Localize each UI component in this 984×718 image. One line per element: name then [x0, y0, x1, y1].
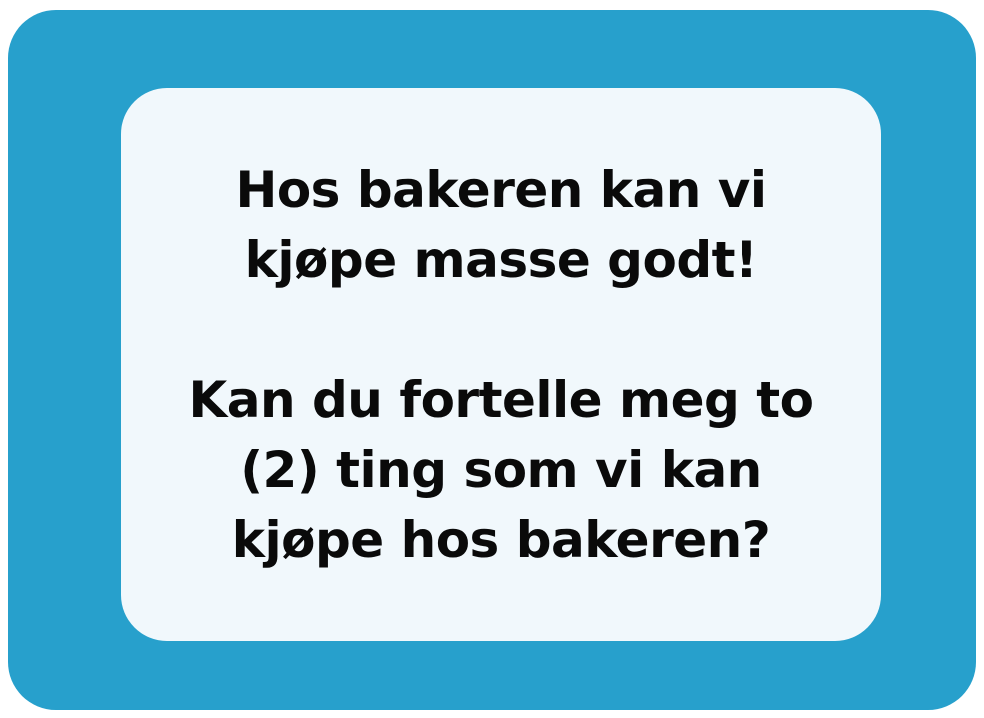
- text-panel: Hos bakeren kan vi kjøpe masse godt! Kan…: [121, 88, 881, 641]
- intro-line: Hos bakeren kan vi: [235, 160, 767, 219]
- question-card: Hos bakeren kan vi kjøpe masse godt! Kan…: [8, 10, 976, 710]
- question-line: kjøpe hos bakeren?: [231, 510, 771, 569]
- question-line: Kan du fortelle meg to: [188, 370, 814, 429]
- intro-line: kjøpe masse godt!: [244, 230, 758, 289]
- question-line: (2) ting som vi kan: [240, 440, 762, 499]
